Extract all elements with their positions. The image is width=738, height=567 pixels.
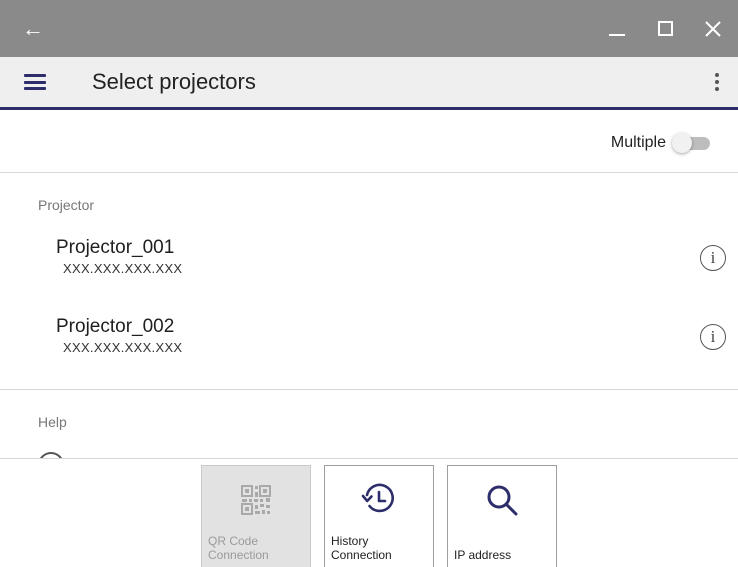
info-icon[interactable]: i bbox=[700, 245, 726, 271]
section-divider bbox=[0, 389, 738, 390]
projector-section-label: Projector bbox=[38, 197, 95, 213]
history-icon bbox=[325, 482, 433, 518]
search-icon bbox=[448, 482, 556, 518]
multiple-label: Multiple bbox=[610, 133, 666, 151]
kebab-icon[interactable] bbox=[714, 73, 720, 91]
projector-item[interactable]: Projector_002 XXX.XXX.XXX.XXX i bbox=[56, 316, 726, 366]
multiple-row: Multiple bbox=[0, 113, 738, 173]
app-bar: Select projectors bbox=[0, 57, 738, 110]
info-icon[interactable]: i bbox=[700, 324, 726, 350]
maximize-icon[interactable] bbox=[654, 18, 676, 40]
history-connection-label: History Connection bbox=[331, 534, 392, 562]
help-section-label: Help bbox=[38, 414, 67, 430]
projector-item[interactable]: Projector_001 XXX.XXX.XXX.XXX i bbox=[56, 237, 726, 287]
ip-address-button[interactable]: IP address bbox=[447, 465, 557, 567]
bottom-action-panel: QR Code Connection History Connection IP… bbox=[0, 458, 738, 567]
hamburger-icon[interactable] bbox=[24, 74, 46, 90]
minimize-icon[interactable] bbox=[606, 18, 628, 40]
history-connection-button[interactable]: History Connection bbox=[324, 465, 434, 567]
projector-ip: XXX.XXX.XXX.XXX bbox=[63, 340, 183, 355]
multiple-toggle[interactable] bbox=[672, 132, 712, 153]
projector-ip: XXX.XXX.XXX.XXX bbox=[63, 261, 183, 276]
qr-code-connection-label: QR Code Connection bbox=[208, 534, 269, 562]
window-controls bbox=[606, 18, 724, 40]
ip-address-label: IP address bbox=[454, 548, 512, 562]
projector-name: Projector_001 bbox=[56, 237, 175, 258]
qr-code-connection-button[interactable]: QR Code Connection bbox=[201, 465, 311, 567]
page-title: Select projectors bbox=[92, 69, 256, 94]
close-icon[interactable] bbox=[702, 18, 724, 40]
projector-name: Projector_002 bbox=[56, 316, 175, 337]
arrow-left-icon[interactable]: ← bbox=[22, 17, 44, 40]
qr-code-icon bbox=[202, 482, 310, 518]
window-titlebar: ← bbox=[0, 0, 738, 57]
